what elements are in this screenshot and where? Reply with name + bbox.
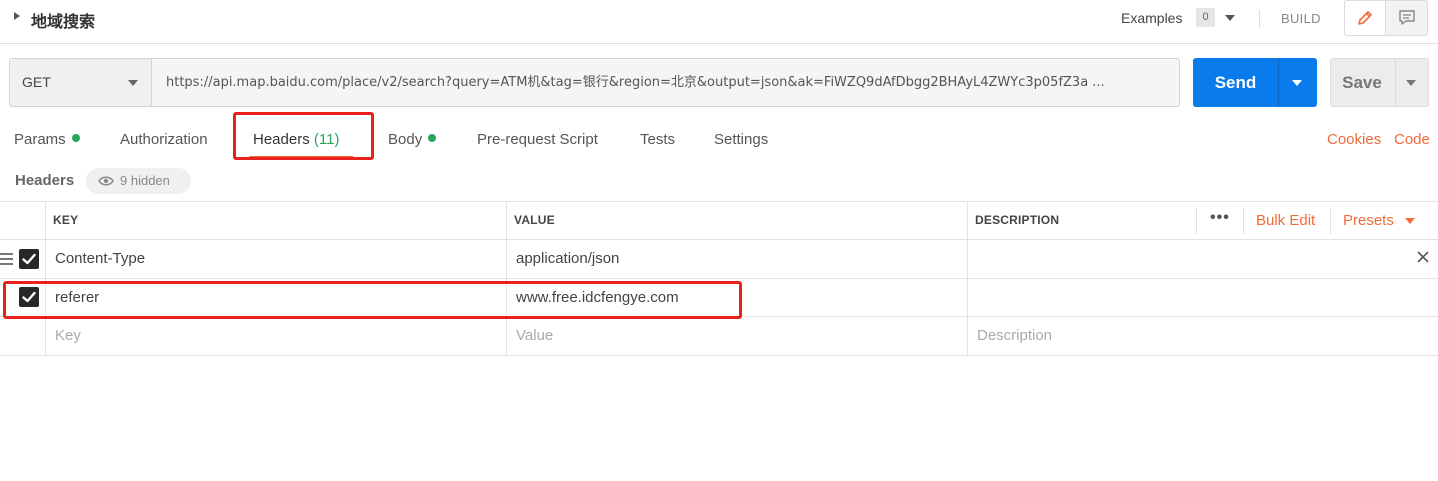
column-header-key: KEY [53,213,79,227]
tab-label: Body [388,131,423,148]
tab-authorization[interactable]: Authorization [120,131,208,148]
table-top-border [0,201,1438,202]
delete-row-close-icon[interactable] [1416,250,1430,264]
active-tab-indicator [249,156,353,158]
status-dot-icon [71,134,80,142]
presets-button[interactable]: Presets [1343,212,1394,229]
table-row-border [0,278,1438,279]
status-dot-icon [428,134,437,142]
save-button[interactable]: Save [1330,58,1429,107]
edit-mode-button[interactable] [1345,1,1386,35]
headers-section-label: Headers [15,172,75,189]
tab-body[interactable]: Body [388,131,437,148]
tab-label: Params [14,131,66,148]
table-row-border [0,316,1438,317]
row-checkbox[interactable] [19,249,39,269]
cookies-link[interactable]: Cookies [1327,131,1381,148]
header-value-cell[interactable]: application/json [516,250,619,267]
send-options-chevron-icon[interactable] [1292,80,1302,86]
pencil-icon [1358,11,1372,25]
mode-toggle-group [1344,0,1428,36]
send-button[interactable]: Send [1193,58,1317,107]
tab-label: Settings [714,131,769,148]
column-divider [45,201,46,356]
examples-label[interactable]: Examples [1121,10,1182,26]
chevron-down-icon [128,80,138,86]
header-action-divider [1243,208,1244,234]
header-key-cell[interactable]: referer [55,289,99,306]
examples-dropdown-icon[interactable] [1225,15,1235,21]
tab-label: Authorization [120,131,208,148]
presets-chevron-down-icon[interactable] [1405,218,1415,224]
url-input[interactable]: https://api.map.baidu.com/place/v2/searc… [151,58,1180,107]
topbar-divider [1259,10,1260,28]
new-value-input[interactable]: Value [516,327,553,344]
save-divider [1395,59,1396,106]
code-link[interactable]: Code [1394,131,1430,148]
header-action-divider [1196,208,1197,234]
column-divider [506,201,507,356]
header-key-cell[interactable]: Content-Type [55,250,145,267]
tab-params[interactable]: Params [14,131,80,148]
comment-mode-button[interactable] [1386,1,1427,35]
header-value-cell[interactable]: www.free.idcfengye.com [516,289,679,306]
table-bottom-border [0,355,1438,356]
method-select[interactable]: GET [9,58,152,107]
column-header-value: VALUE [514,213,555,227]
send-label: Send [1214,73,1257,92]
more-dots-icon[interactable]: ••• [1210,209,1230,227]
tab-tests[interactable]: Tests [640,131,675,148]
save-options-chevron-icon[interactable] [1406,80,1416,86]
new-key-input[interactable]: Key [55,327,81,344]
column-header-description: DESCRIPTION [975,213,1060,227]
tab-settings[interactable]: Settings [714,131,768,148]
header-action-divider [1330,208,1331,234]
tab-label: Tests [640,131,676,148]
table-header-border [0,239,1438,240]
hidden-headers-toggle[interactable]: 9 hidden [86,168,191,194]
checkmark-icon [22,253,36,265]
hidden-count-label: 9 hidden [120,173,170,188]
examples-count-badge: 0 [1196,8,1215,27]
tab-count: (11) [313,131,340,148]
tab-label: Pre-request Script [477,131,598,148]
save-label: Save [1342,73,1382,92]
comment-icon [1399,10,1415,25]
tab-headers[interactable]: Headers (11) [253,131,339,148]
drag-handle-icon[interactable] [0,253,14,268]
build-mode-label[interactable]: BUILD [1281,11,1321,26]
method-label: GET [22,74,51,90]
bulk-edit-button[interactable]: Bulk Edit [1256,212,1315,229]
checkmark-icon [22,291,36,303]
row-checkbox[interactable] [19,287,39,307]
column-divider [967,201,968,356]
send-divider [1278,58,1279,107]
new-description-input[interactable]: Description [977,327,1052,344]
collapse-caret-icon[interactable] [14,12,20,20]
eye-icon [98,176,114,186]
tab-label: Headers [253,131,310,148]
tab-pre-request-script[interactable]: Pre-request Script [477,131,598,148]
request-title-bar: 地域搜索 Examples 0 BUILD [0,0,1438,44]
request-title[interactable]: 地域搜索 [31,8,95,32]
